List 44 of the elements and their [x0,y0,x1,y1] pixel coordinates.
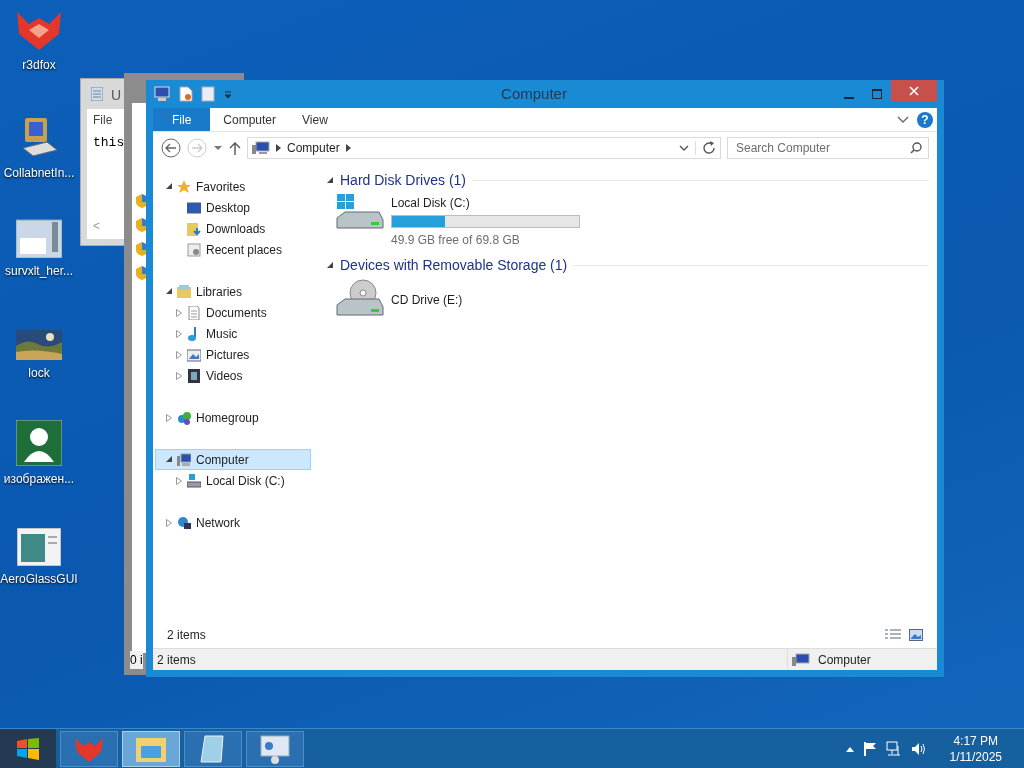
tree-item[interactable]: Homegroup [155,407,311,428]
icon-label: r3dfox [22,57,56,74]
tree-item[interactable]: Videos [155,365,311,386]
text-content: this [93,134,125,152]
tree-item[interactable]: Downloads [155,218,311,239]
ribbon-tab[interactable]: View [289,108,341,131]
search-field[interactable]: Search Computer [727,137,929,159]
tree-item[interactable]: Documents [155,302,311,323]
window-title: Computer [500,83,568,104]
tree-item[interactable]: Libraries [155,281,311,302]
window-title: U [111,86,122,105]
icon-label: CollabnetIn... [3,165,75,182]
section-heading[interactable]: Devices with Removable Storage (1) [340,254,568,276]
drive-caption: 49.9 GB free of 69.8 GB [391,232,521,249]
drive-name: Local Disk (C:) [391,195,471,212]
clock-time: 4:17 PM [953,732,999,749]
status-text: Computer [818,651,871,669]
status-text: 2 items [157,651,196,669]
tree-item[interactable]: Computer [155,449,311,470]
drive-item[interactable]: CD Drive (E:) [327,276,929,320]
icon-label: изображен... [3,471,75,488]
tree-item[interactable]: Favorites [155,176,311,197]
address-bar[interactable]: Computer [247,137,721,159]
ribbon-tab[interactable]: Computer [210,108,290,131]
tree-item[interactable]: Desktop [155,197,311,218]
icon-label: AeroGlassGUI [0,571,78,588]
section-heading[interactable]: Hard Disk Drives (1) [340,169,466,191]
tree-item[interactable]: Local Disk (C:) [155,470,311,491]
ribbon-tab[interactable]: File [153,108,211,131]
breadcrumb-item[interactable]: Computer [287,139,340,157]
tree-item[interactable]: Recent places [155,239,311,260]
tree-item[interactable]: Network [155,512,311,533]
status-text: 0 i [130,651,143,669]
icon-label: survxlt_her... [5,263,73,280]
help-button[interactable]: ? [917,111,933,128]
tree-item[interactable]: Pictures [155,344,311,365]
icon-label: lock [28,365,50,382]
drive-item[interactable]: Local Disk (C:) 49.9 GB free of 69.8 GB [327,191,929,252]
clock-date: 1/11/2025 [949,748,1002,765]
tree-item[interactable]: Music [155,323,311,344]
clock[interactable]: 4:17 PM 1/11/2025 [949,732,1002,765]
drive-name: CD Drive (E:) [391,292,463,309]
item-count: 2 items [167,627,206,644]
menu-item[interactable]: File [93,111,113,129]
